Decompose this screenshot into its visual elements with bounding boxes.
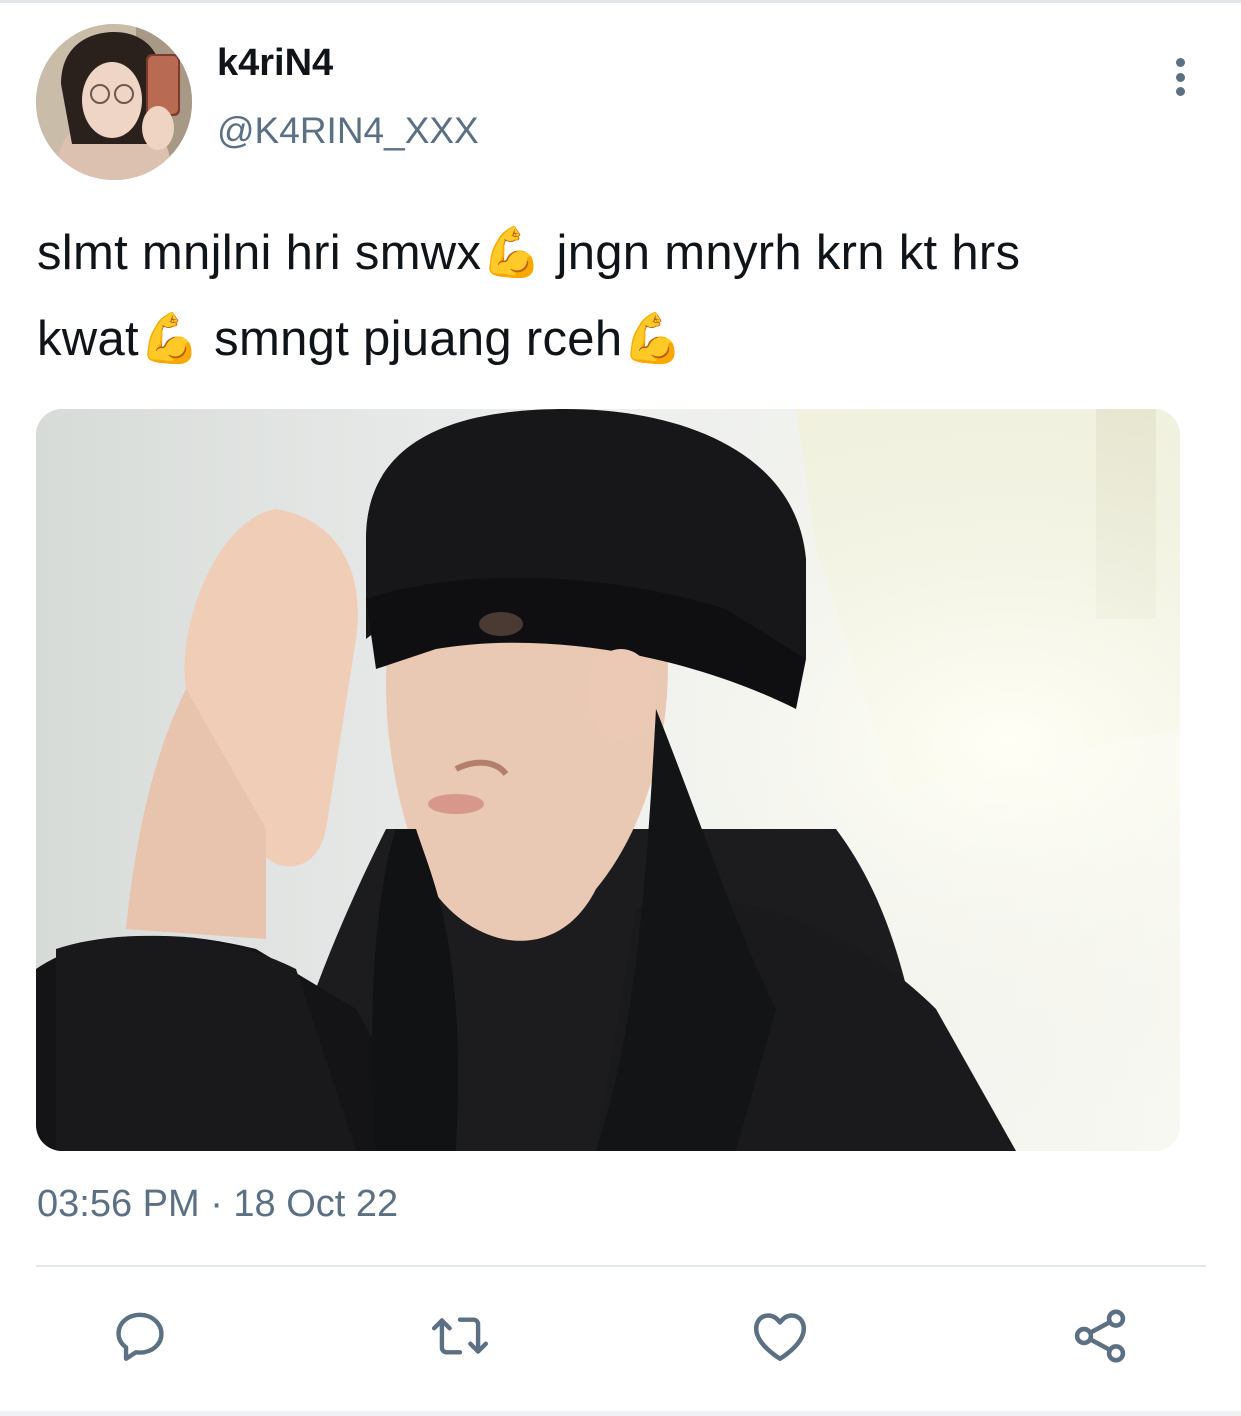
more-vertical-icon-dot-3 (1175, 87, 1185, 96)
divider (36, 1265, 1206, 1267)
bottom-border (0, 1411, 1241, 1416)
more-vertical-icon-dot-2 (1175, 72, 1185, 82)
tweet-text-line-2: kwat💪 smngt pjuang rceh💪 (37, 312, 684, 366)
heart-icon (753, 1313, 807, 1361)
retweet-button[interactable] (428, 1304, 492, 1368)
more-vertical-icon (1175, 58, 1185, 67)
retweet-icon (431, 1317, 489, 1355)
share-icon (1074, 1309, 1126, 1363)
display-name[interactable]: k4riN4 (217, 40, 333, 86)
reply-icon (116, 1312, 164, 1361)
more-options-button[interactable] (1160, 52, 1200, 102)
tweet-text-line-1: slmt mnjlni hri smwx💪 jngn mnyrh krn kt … (37, 226, 1021, 280)
top-border (0, 0, 1241, 3)
avatar[interactable] (36, 24, 192, 180)
avatar-photo (36, 24, 192, 180)
like-button[interactable] (748, 1304, 812, 1368)
user-handle[interactable]: @K4RIN4_XXX (217, 108, 479, 154)
tweet-media[interactable] (36, 409, 1180, 1151)
tweet-photo (36, 409, 1180, 1151)
share-button[interactable] (1068, 1304, 1132, 1368)
reply-button[interactable] (108, 1304, 172, 1368)
tweet-timestamp[interactable]: 03:56 PM · 18 Oct 22 (37, 1180, 398, 1228)
tweet-text: slmt mnjlni hri smwx💪 jngn mnyrh krn kt … (37, 210, 1207, 382)
